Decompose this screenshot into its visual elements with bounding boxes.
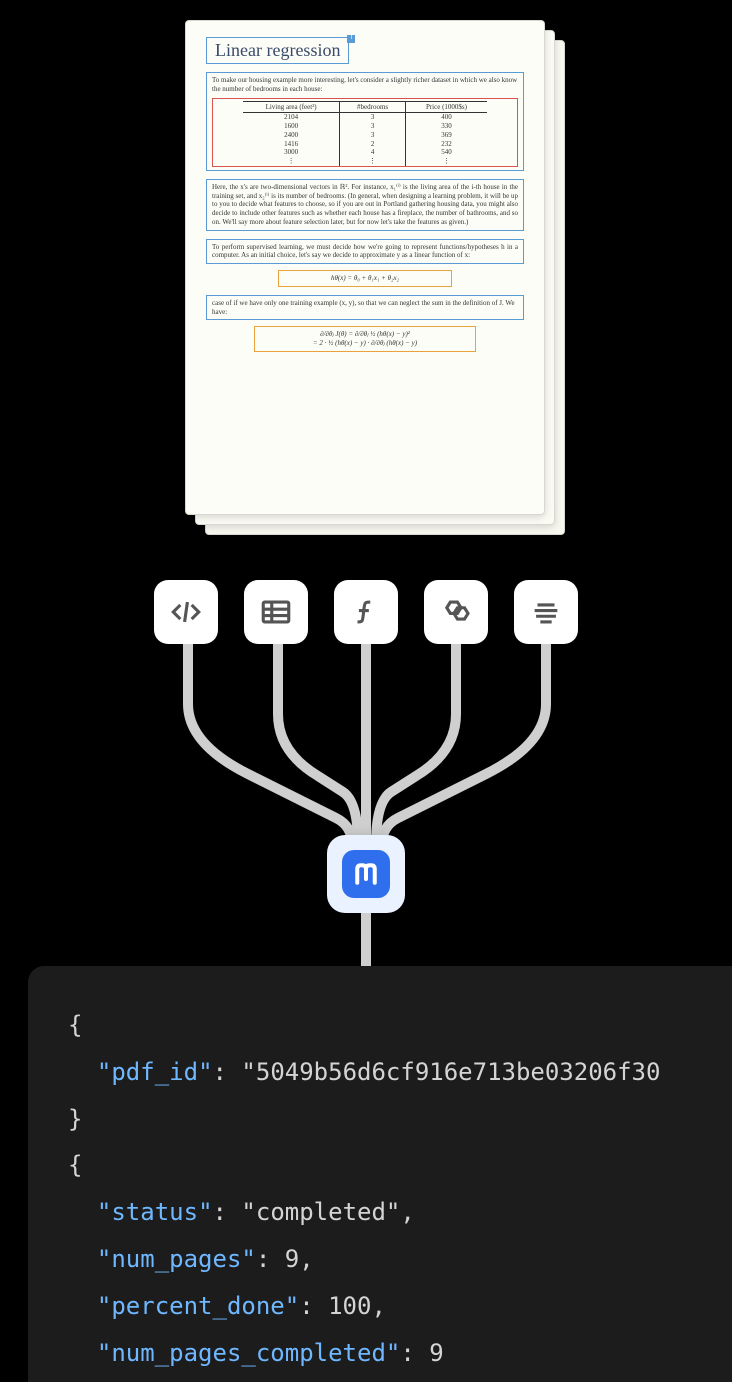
table-cell: 2400 (243, 131, 339, 140)
table-cell: 1600 (243, 122, 339, 131)
th-price: Price (1000$s) (406, 101, 487, 113)
table-cell: 400 (406, 113, 487, 122)
val-pdf-id: 5049b56d6cf916e713be03206f30 (256, 1058, 661, 1086)
table-cell: 3000 (243, 148, 339, 157)
val-num-pages-completed: 9 (429, 1339, 443, 1367)
app-logo-icon (342, 850, 390, 898)
title-badge: T (347, 35, 355, 43)
para1-box: Here, the x's are two-dimensional vector… (206, 179, 524, 231)
eq2b: = 2 · ½ (hθ(x) − y) · ∂/∂θⱼ (hθ(x) − y) (260, 339, 471, 348)
json-output: { "pdf_id": "5049b56d6cf916e713be03206f3… (28, 966, 732, 1382)
page-front: Linear regressionT To make our housing e… (185, 20, 545, 515)
eq2-box: ∂/∂θⱼ J(θ) = ∂/∂θⱼ ½ (hθ(x) − y)² = 2 · … (254, 326, 477, 352)
key-num-pages: "num_pages" (97, 1245, 256, 1273)
housing-table: Living area (feet²) #bedrooms Price (100… (243, 101, 486, 166)
molecule-icon (424, 580, 488, 644)
val-percent-done: 100 (328, 1292, 371, 1320)
key-num-pages-completed: "num_pages_completed" (97, 1339, 400, 1367)
table-box: Living area (feet²) #bedrooms Price (100… (212, 98, 518, 167)
table-cell: 2104 (243, 113, 339, 122)
key-pdf-id: "pdf_id" (97, 1058, 213, 1086)
eq1-box: hθ(x) = θ₀ + θ₁x₁ + θ₂x₂ (278, 270, 453, 287)
text-icon (514, 580, 578, 644)
para3-box: case of if we have only one training exa… (206, 295, 524, 321)
table-icon (244, 580, 308, 644)
th-living: Living area (feet²) (243, 101, 339, 113)
th-bedrooms: #bedrooms (339, 101, 406, 113)
code-icon (154, 580, 218, 644)
document-stack: Linear regressionT To make our housing e… (185, 20, 567, 540)
val-status: completed (256, 1198, 386, 1226)
intro-box: To make our housing example more interes… (206, 72, 524, 171)
table-cell: 232 (406, 140, 487, 149)
vertical-connector (361, 913, 371, 968)
eq2a: ∂/∂θⱼ J(θ) = ∂/∂θⱼ ½ (hθ(x) − y)² (260, 330, 471, 339)
table-cell: ⋮ (243, 157, 339, 166)
table-cell: 369 (406, 131, 487, 140)
table-cell: 540 (406, 148, 487, 157)
document-title: Linear regression (206, 37, 349, 64)
table-cell: ⋮ (406, 157, 487, 166)
table-cell: 1416 (243, 140, 339, 149)
icon-row (154, 580, 578, 644)
table-cell: 3 (339, 122, 406, 131)
table-cell: 3 (339, 113, 406, 122)
app-tile (327, 835, 405, 913)
intro-text: To make our housing example more interes… (212, 76, 518, 94)
table-cell: 330 (406, 122, 487, 131)
table-cell: 2 (339, 140, 406, 149)
para2-box: To perform supervised learning, we must … (206, 239, 524, 265)
table-cell: ⋮ (339, 157, 406, 166)
key-percent-done: "percent_done" (97, 1292, 299, 1320)
table-cell: 4 (339, 148, 406, 157)
val-num-pages: 9 (285, 1245, 299, 1273)
key-status: "status" (97, 1198, 213, 1226)
function-icon (334, 580, 398, 644)
table-cell: 3 (339, 131, 406, 140)
